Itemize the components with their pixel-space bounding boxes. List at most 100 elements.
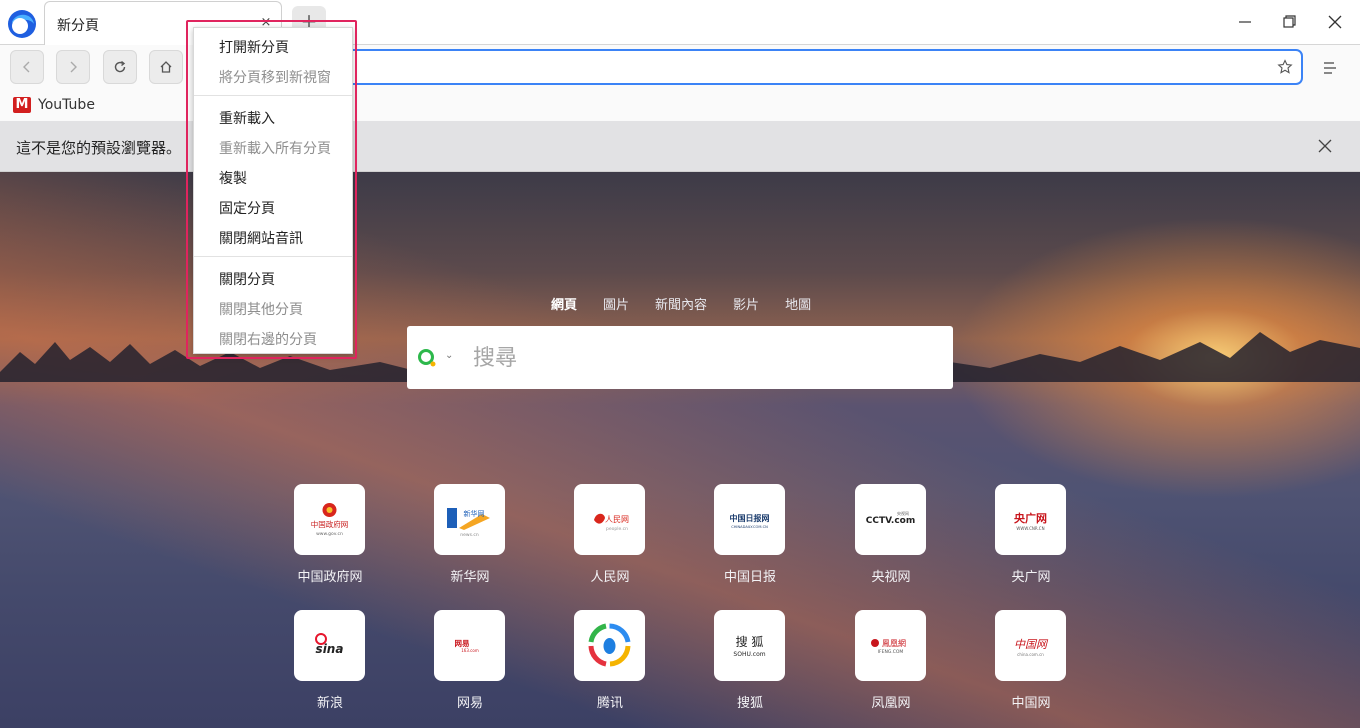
site-name: 央广网	[1011, 570, 1051, 585]
site-tile-xinhua[interactable]: 新华网 news.cn 新华网	[434, 484, 506, 585]
search-tab-web[interactable]: 網頁	[551, 294, 577, 313]
menu-item-new-tab[interactable]: 打開新分頁	[219, 37, 289, 57]
cnr-logo-icon: 央广网 WWW.CNR.CN	[995, 484, 1066, 555]
menu-separator	[194, 256, 352, 257]
people-logo-text: 人民网	[605, 515, 629, 524]
gov-logo-sub: www.gov.cn	[316, 532, 343, 537]
chinadaily-logo-icon: 中国日报网 CHINADAILY.COM.CN	[714, 484, 785, 555]
search-tab-videos[interactable]: 影片	[733, 294, 759, 313]
menu-item-close-other-tabs[interactable]: 關閉其他分頁	[219, 299, 303, 319]
ifeng-logo-text: 鳳凰網	[882, 638, 906, 648]
chevron-right-icon	[70, 61, 77, 73]
bookmark-youtube[interactable]: M YouTube	[13, 94, 95, 116]
netease-logo-sub: 163.com	[461, 648, 479, 653]
site-name: 凤凰网	[871, 696, 911, 711]
search-category-tabs: 網頁 圖片 新聞內容 影片 地圖	[551, 294, 837, 313]
menu-item-close-tab[interactable]: 關閉分頁	[219, 269, 275, 289]
sohu-logo-sub: SOHU.com	[733, 651, 765, 658]
site-name: 央视网	[871, 570, 911, 585]
home-button[interactable]	[149, 50, 183, 84]
main-menu-icon[interactable]	[1320, 59, 1340, 77]
site-tile-people[interactable]: 人民网 people.cn 人民网	[574, 484, 646, 585]
youtube-logo-icon: M	[13, 97, 31, 113]
gov-logo-icon: 中国政府网 www.gov.cn	[294, 484, 365, 555]
ifeng-logo-sub: IFENG.COM	[878, 649, 904, 655]
bookmark-star-icon[interactable]	[1277, 59, 1293, 75]
cnr-logo-text: 央广网	[1014, 511, 1047, 525]
search-tab-news[interactable]: 新聞內容	[655, 294, 707, 313]
netease-logo-icon: 网易 163.com	[434, 610, 505, 681]
cctv-logo-text: CCTV.com	[866, 516, 915, 526]
home-icon	[160, 61, 172, 73]
site-name: 搜狐	[736, 696, 763, 711]
chinadaily-logo-sub: CHINADAILY.COM.CN	[731, 525, 768, 529]
site-tile-qq[interactable]: 腾讯	[574, 610, 646, 711]
site-tile-gov[interactable]: 中国政府网 www.gov.cn 中国政府网	[294, 484, 366, 585]
chinacom-logo-text: 中国网	[1014, 638, 1049, 651]
address-bar[interactable]	[195, 49, 1303, 85]
cctv-logo-icon: CCTV.com 央视网	[855, 484, 926, 555]
chinacom-logo-icon: 中国网 china.com.cn	[995, 610, 1066, 681]
site-tile-china[interactable]: 中国网 china.com.cn 中国网	[995, 610, 1067, 711]
chevron-down-icon[interactable]: ⌄	[445, 350, 453, 361]
xinhua-logo-icon: 新华网 news.cn	[434, 484, 505, 555]
site-tile-sohu[interactable]: 搜 狐 SOHU.com 搜狐	[714, 610, 786, 711]
menu-item-pin-tab[interactable]: 固定分頁	[219, 198, 275, 218]
gov-logo-text: 中国政府网	[311, 519, 349, 529]
search-input[interactable]	[473, 342, 933, 374]
netease-logo-text: 网易	[455, 639, 470, 648]
site-name: 中国政府网	[297, 570, 363, 585]
site-tile-ifeng[interactable]: 鳳凰網 IFENG.COM 凤凰网	[855, 610, 927, 711]
chinacom-logo-sub: china.com.cn	[1017, 652, 1044, 657]
site-tile-sina[interactable]: sina 新浪	[294, 610, 366, 711]
menu-item-mute-site[interactable]: 關閉網站音訊	[219, 228, 303, 248]
chevron-left-icon	[23, 61, 30, 73]
sina-logo-icon: sina	[294, 610, 365, 681]
search-engine-icon[interactable]	[417, 348, 437, 368]
reload-icon	[114, 60, 126, 73]
site-name: 人民网	[590, 570, 630, 585]
site-name: 网易	[456, 696, 483, 711]
forward-button[interactable]	[56, 50, 90, 84]
menu-item-close-tabs-right[interactable]: 關閉右邊的分頁	[219, 329, 317, 349]
site-tile-163[interactable]: 网易 163.com 网易	[434, 610, 506, 711]
infobar-message: 這不是您的預設瀏覽器。	[16, 139, 182, 157]
back-button[interactable]	[10, 50, 44, 84]
search-tab-maps[interactable]: 地圖	[785, 294, 811, 313]
search-tab-images[interactable]: 圖片	[603, 294, 629, 313]
search-box[interactable]: ⌄	[407, 326, 953, 389]
restore-icon[interactable]	[1276, 10, 1302, 34]
sohu-logo-icon: 搜 狐 SOHU.com	[714, 610, 785, 681]
site-tile-cnr[interactable]: 央广网 WWW.CNR.CN 央广网	[995, 484, 1067, 585]
sohu-logo-text: 搜 狐	[736, 634, 764, 649]
chinadaily-logo-text: 中国日报网	[730, 513, 770, 523]
reload-button[interactable]	[103, 50, 137, 84]
address-input[interactable]	[207, 57, 1257, 77]
people-logo-sub: people.cn	[606, 526, 628, 532]
site-name: 中国日报	[723, 570, 776, 585]
site-name: 新华网	[450, 570, 490, 585]
sina-logo-text: sina	[316, 642, 344, 656]
site-name: 腾讯	[596, 696, 623, 711]
tencent-logo-icon	[574, 610, 645, 681]
menu-item-duplicate[interactable]: 複製	[219, 168, 247, 188]
tab-context-menu: 打開新分頁 將分頁移到新視窗 重新載入 重新載入所有分頁 複製 固定分頁 關閉網…	[193, 27, 353, 354]
cnr-logo-sub: WWW.CNR.CN	[1016, 526, 1044, 531]
site-tile-chinadaily[interactable]: 中国日报网 CHINADAILY.COM.CN 中国日报	[714, 484, 786, 585]
tab-title: 新分頁	[57, 18, 99, 34]
bookmark-label: YouTube	[38, 97, 95, 113]
menu-item-reload-all-tabs[interactable]: 重新載入所有分頁	[219, 138, 331, 158]
window-close-icon[interactable]	[1322, 10, 1348, 34]
menu-separator	[194, 95, 352, 96]
infobar-close-icon[interactable]	[1317, 138, 1333, 154]
ifeng-logo-icon: 鳳凰網 IFENG.COM	[855, 610, 926, 681]
browser-logo-icon[interactable]	[6, 8, 38, 40]
menu-item-move-to-new-window[interactable]: 將分頁移到新視窗	[219, 67, 331, 87]
xinhua-logo-sub: news.cn	[460, 533, 479, 538]
site-name: 中国网	[1011, 696, 1051, 711]
menu-item-reload[interactable]: 重新載入	[219, 108, 275, 128]
site-name: 新浪	[316, 696, 343, 711]
people-logo-icon: 人民网 people.cn	[574, 484, 645, 555]
minimize-icon[interactable]	[1232, 10, 1258, 34]
site-tile-cctv[interactable]: CCTV.com 央视网 央视网	[855, 484, 927, 585]
